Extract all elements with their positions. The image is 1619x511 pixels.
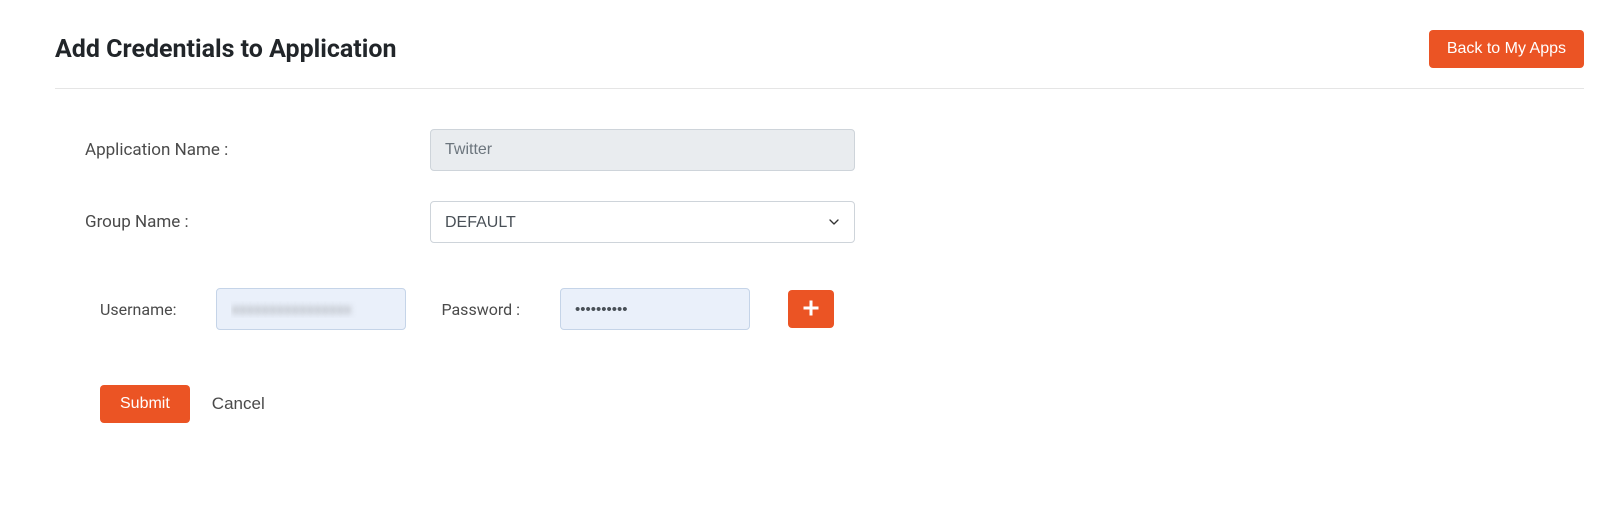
submit-button[interactable]: Submit — [100, 385, 190, 423]
cancel-button[interactable]: Cancel — [212, 394, 265, 414]
password-label: Password : — [441, 300, 520, 319]
application-name-label: Application Name : — [85, 140, 430, 160]
username-input[interactable] — [216, 288, 406, 330]
application-name-input — [430, 129, 855, 171]
username-label: Username: — [100, 300, 176, 319]
group-name-label: Group Name : — [85, 212, 430, 232]
add-credential-button[interactable] — [788, 290, 834, 328]
form-actions: Submit Cancel — [85, 385, 1584, 423]
group-name-row: Group Name : DEFAULT — [85, 201, 1584, 243]
password-input[interactable] — [560, 288, 750, 330]
application-name-row: Application Name : — [85, 129, 1584, 171]
credentials-row: Username: Password : — [85, 288, 1584, 330]
page-title: Add Credentials to Application — [55, 35, 396, 64]
page-header: Add Credentials to Application Back to M… — [55, 30, 1584, 89]
plus-icon — [802, 299, 820, 320]
back-to-apps-button[interactable]: Back to My Apps — [1429, 30, 1584, 68]
credentials-form: Application Name : Group Name : DEFAULT … — [55, 129, 1584, 423]
group-name-select[interactable]: DEFAULT — [430, 201, 855, 243]
